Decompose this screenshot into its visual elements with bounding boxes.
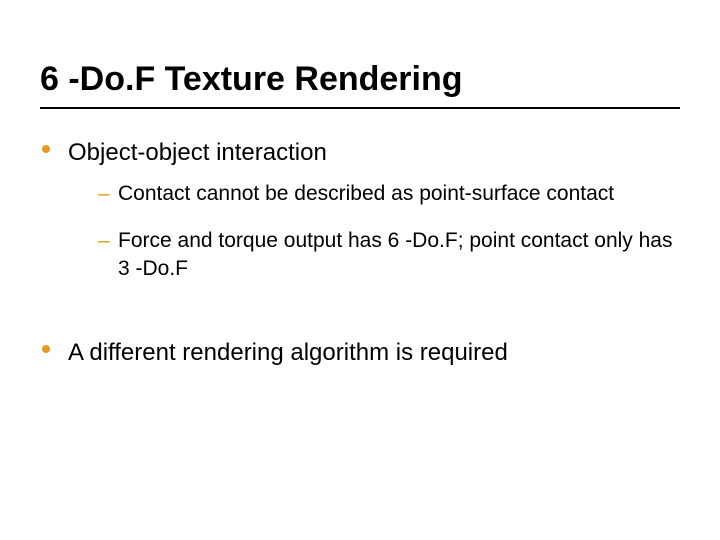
bullet-list: Object-object interaction – Contact cann… [40, 137, 680, 368]
dash-icon: – [98, 180, 110, 208]
bullet-item: A different rendering algorithm is requi… [40, 337, 680, 368]
sub-text: Force and torque output has 6 -Do.F; poi… [118, 229, 673, 280]
bullet-item: Object-object interaction – Contact cann… [40, 137, 680, 283]
slide: 6 -Do.F Texture Rendering Object-object … [0, 0, 720, 540]
slide-title: 6 -Do.F Texture Rendering [40, 60, 680, 99]
title-underline [40, 107, 680, 109]
bullet-dot-icon [42, 345, 50, 353]
sub-list: – Contact cannot be described as point-s… [98, 180, 680, 283]
sub-item: – Contact cannot be described as point-s… [98, 180, 680, 208]
spacer [40, 301, 680, 337]
bullet-text: Object-object interaction [68, 139, 327, 166]
dash-icon: – [98, 227, 110, 255]
sub-item: – Force and torque output has 6 -Do.F; p… [98, 227, 680, 284]
bullet-dot-icon [42, 145, 50, 153]
sub-text: Contact cannot be described as point-sur… [118, 182, 614, 205]
bullet-text: A different rendering algorithm is requi… [68, 339, 508, 366]
